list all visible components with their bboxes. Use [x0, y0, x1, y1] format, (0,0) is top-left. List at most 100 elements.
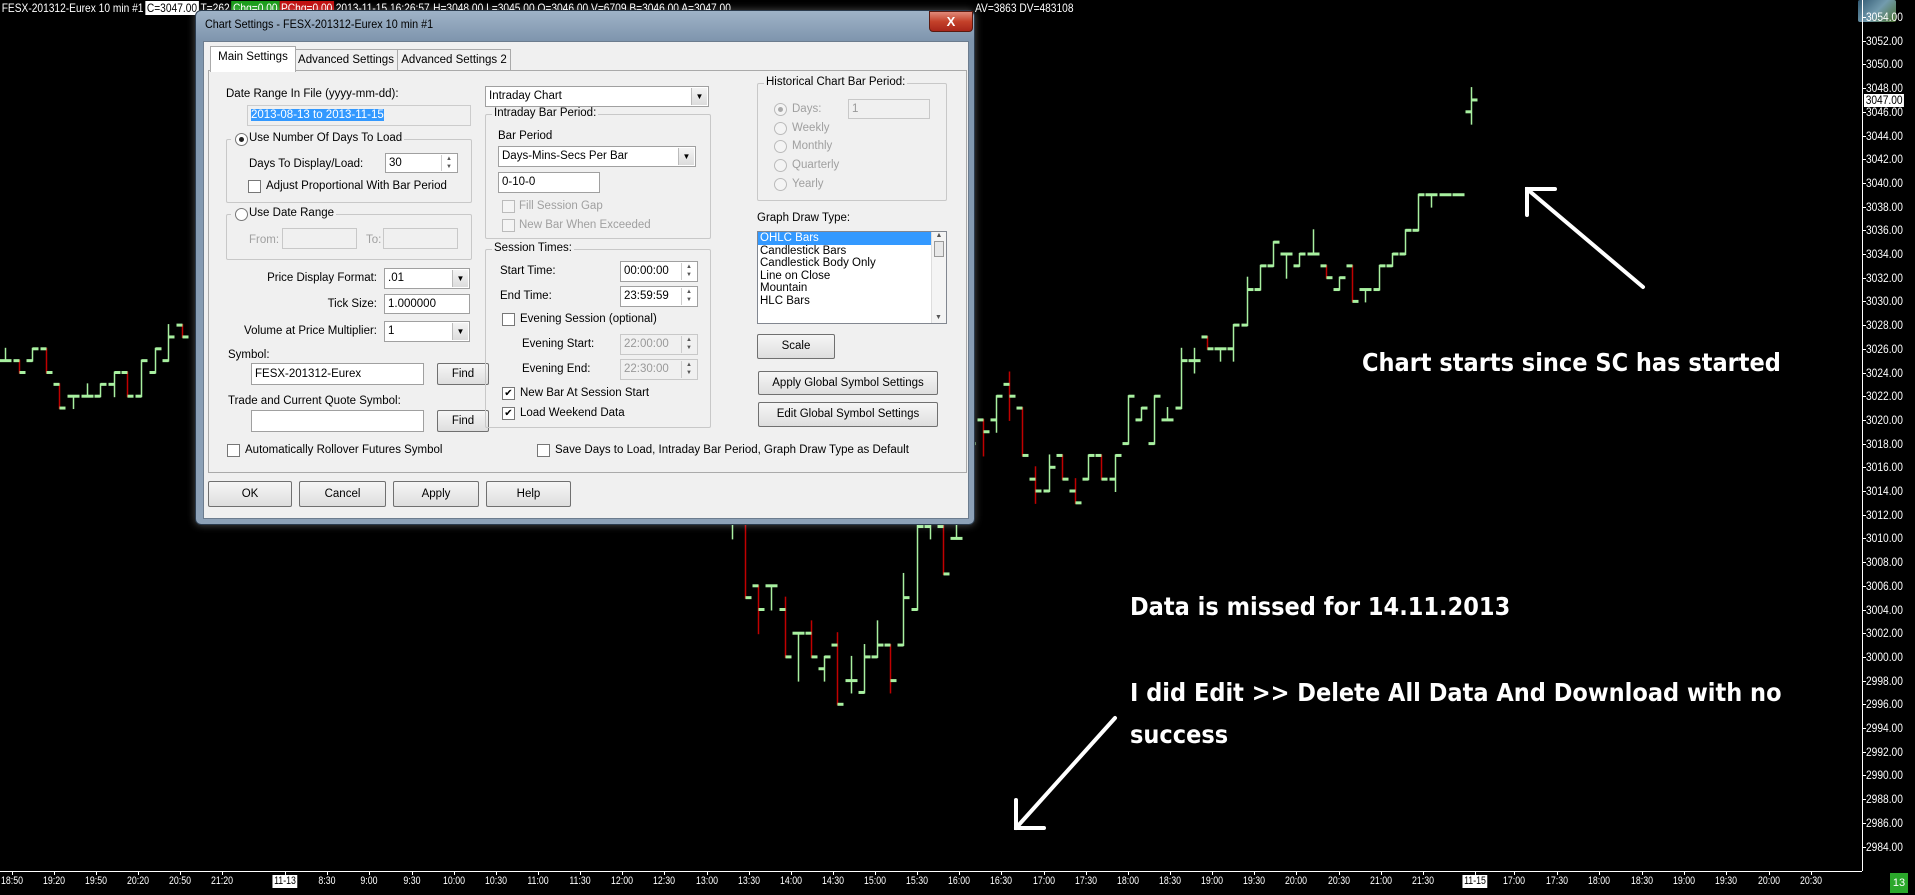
time-tick — [95, 872, 97, 875]
auto-rollover-checkbox[interactable] — [227, 444, 240, 457]
price-label: 3042.00 — [1866, 152, 1903, 167]
time-tick — [1726, 872, 1728, 875]
hist-days-radio[interactable] — [774, 103, 787, 116]
time-tick — [1641, 872, 1643, 875]
graph-draw-type-list[interactable]: OHLC Bars Candlestick Bars Candlestick B… — [757, 231, 947, 324]
graph-draw-type-item[interactable]: Line on Close — [758, 270, 946, 283]
time-label: 20:20 — [126, 875, 149, 887]
evening-start-input[interactable]: 22:00:00 ▲ ▼ — [620, 334, 698, 355]
time-tick — [1085, 872, 1087, 875]
chart-type-select[interactable]: Intraday Chart ▼ — [485, 86, 709, 107]
bar-period-input[interactable]: 0-10-0 — [498, 172, 600, 193]
close-button[interactable]: X — [929, 11, 973, 32]
chart-settings-dialog: Chart Settings - FESX-201312-Eurex 10 mi… — [195, 10, 975, 525]
price-format-select[interactable]: .01 ▼ — [384, 268, 470, 289]
days-input[interactable]: 30 ▲ ▼ — [385, 153, 458, 173]
ohlc-bar — [779, 596, 792, 659]
hist-quarterly-radio[interactable] — [774, 159, 787, 172]
start-time-input[interactable]: 00:00:00 ▲ ▼ — [620, 261, 698, 282]
ohlc-bar — [1307, 229, 1320, 256]
end-time-spinner[interactable]: ▲ ▼ — [681, 288, 696, 305]
end-time-input[interactable]: 23:59:59 ▲ ▼ — [620, 286, 698, 307]
price-label: 3036.00 — [1866, 223, 1903, 238]
time-label: 19:20 — [43, 875, 66, 887]
date-range-field[interactable]: 2013-08-13 to 2013-11-15 — [247, 105, 471, 126]
load-weekend-checkbox[interactable]: ✔ — [502, 407, 515, 420]
to-date-input[interactable] — [383, 228, 458, 249]
tab-main-settings[interactable]: Main Settings — [210, 46, 296, 72]
new-bar-exceeded-checkbox[interactable] — [502, 219, 515, 232]
hist-days-input[interactable]: 1 — [848, 99, 930, 119]
evening-session-checkbox[interactable] — [502, 313, 515, 326]
find-symbol-button[interactable]: Find — [437, 363, 489, 385]
evening-start-value: 22:00:00 — [624, 338, 669, 350]
tick-size-input[interactable]: 1.000000 — [384, 294, 470, 314]
main-settings-panel: Date Range In File (yyyy-mm-dd): 2013-08… — [208, 70, 967, 473]
ohlc-bar — [1161, 407, 1174, 422]
evening-end-input[interactable]: 22:30:00 ▲ ▼ — [620, 359, 698, 380]
time-label: 20:30 — [1800, 875, 1823, 887]
help-button[interactable]: Help — [486, 481, 571, 507]
ohlc-bar — [1320, 264, 1333, 280]
ohlc-bar — [1439, 193, 1452, 197]
annotation-chart-start: Chart starts since SC has started — [1362, 348, 1781, 377]
evening-end-spinner[interactable]: ▲ ▼ — [681, 361, 696, 378]
ohlc-bar — [871, 620, 884, 659]
use-date-range-radio[interactable] — [235, 208, 248, 221]
hist-weekly-radio[interactable] — [774, 122, 787, 135]
ok-button[interactable]: OK — [208, 481, 292, 507]
ohlc-bar — [40, 347, 53, 374]
time-tick — [369, 872, 371, 875]
bar-period-type-select[interactable]: Days-Mins-Secs Per Bar ▼ — [498, 146, 696, 167]
ohlc-bar — [13, 359, 26, 374]
tab-advanced-settings[interactable]: Advanced Settings — [294, 49, 398, 71]
time-tick — [748, 872, 750, 875]
graph-draw-type-item[interactable]: Candlestick Body Only — [758, 257, 946, 270]
symbol-input[interactable]: FESX-201312-Eurex — [251, 363, 424, 385]
time-tick — [875, 872, 877, 875]
graph-draw-type-item[interactable]: OHLC Bars — [758, 232, 931, 245]
price-label: 3034.00 — [1866, 247, 1903, 261]
ohlc-bar — [977, 418, 990, 457]
time-tick — [179, 872, 181, 875]
chevron-down-icon: ▼ — [691, 88, 707, 105]
new-bar-exceeded-label: New Bar When Exceeded — [519, 219, 651, 231]
historical-bar-period-title: Historical Chart Bar Period: — [764, 76, 908, 88]
time-tick — [1001, 872, 1003, 875]
edit-global-symbol-settings-button[interactable]: Edit Global Symbol Settings — [758, 402, 938, 427]
trade-symbol-input[interactable] — [251, 410, 424, 432]
graph-draw-type-item[interactable]: Candlestick Bars — [758, 245, 946, 258]
start-time-spinner[interactable]: ▲ ▼ — [681, 263, 696, 280]
apply-button[interactable]: Apply — [393, 481, 479, 507]
scale-button[interactable]: Scale — [757, 334, 835, 359]
ohlc-bar — [1254, 264, 1267, 292]
adjust-proportional-label: Adjust Proportional With Bar Period — [266, 180, 447, 192]
price-label: 2984.00 — [1866, 839, 1903, 854]
apply-global-symbol-settings-button[interactable]: Apply Global Symbol Settings — [758, 371, 938, 395]
save-as-default-checkbox[interactable] — [537, 444, 550, 457]
header-symbol: FESX-201312-Eurex 10 min #1 — [1, 1, 144, 15]
ohlc-bar — [26, 347, 39, 363]
tab-advanced-settings-2[interactable]: Advanced Settings 2 — [397, 49, 511, 71]
find-trade-symbol-button[interactable]: Find — [437, 410, 489, 432]
new-bar-session-start-checkbox[interactable]: ✔ — [502, 387, 515, 400]
from-date-input[interactable] — [282, 228, 357, 249]
hist-monthly-radio[interactable] — [774, 140, 787, 153]
fill-session-gap-checkbox[interactable] — [502, 200, 515, 213]
ohlc-bar — [1399, 228, 1412, 256]
date-marker: 11-15 — [1462, 875, 1488, 888]
price-label: 3010.00 — [1866, 531, 1903, 546]
time-tick — [1254, 872, 1256, 875]
adjust-proportional-checkbox[interactable] — [248, 180, 261, 193]
vap-multiplier-select[interactable]: 1 ▼ — [384, 321, 470, 342]
graph-draw-type-item[interactable]: Mountain — [758, 282, 946, 295]
ohlc-bar — [1267, 240, 1280, 268]
cancel-button[interactable]: Cancel — [299, 481, 386, 507]
days-spinner[interactable]: ▲ ▼ — [441, 155, 456, 171]
corner-badge[interactable]: 13 — [1890, 873, 1908, 893]
evening-start-spinner[interactable]: ▲ ▼ — [681, 336, 696, 353]
hist-yearly-radio[interactable] — [774, 178, 787, 191]
list-scrollbar[interactable]: ▲ ▼ — [931, 232, 946, 323]
use-days-radio[interactable] — [235, 133, 248, 146]
graph-draw-type-item[interactable]: HLC Bars — [758, 295, 946, 308]
